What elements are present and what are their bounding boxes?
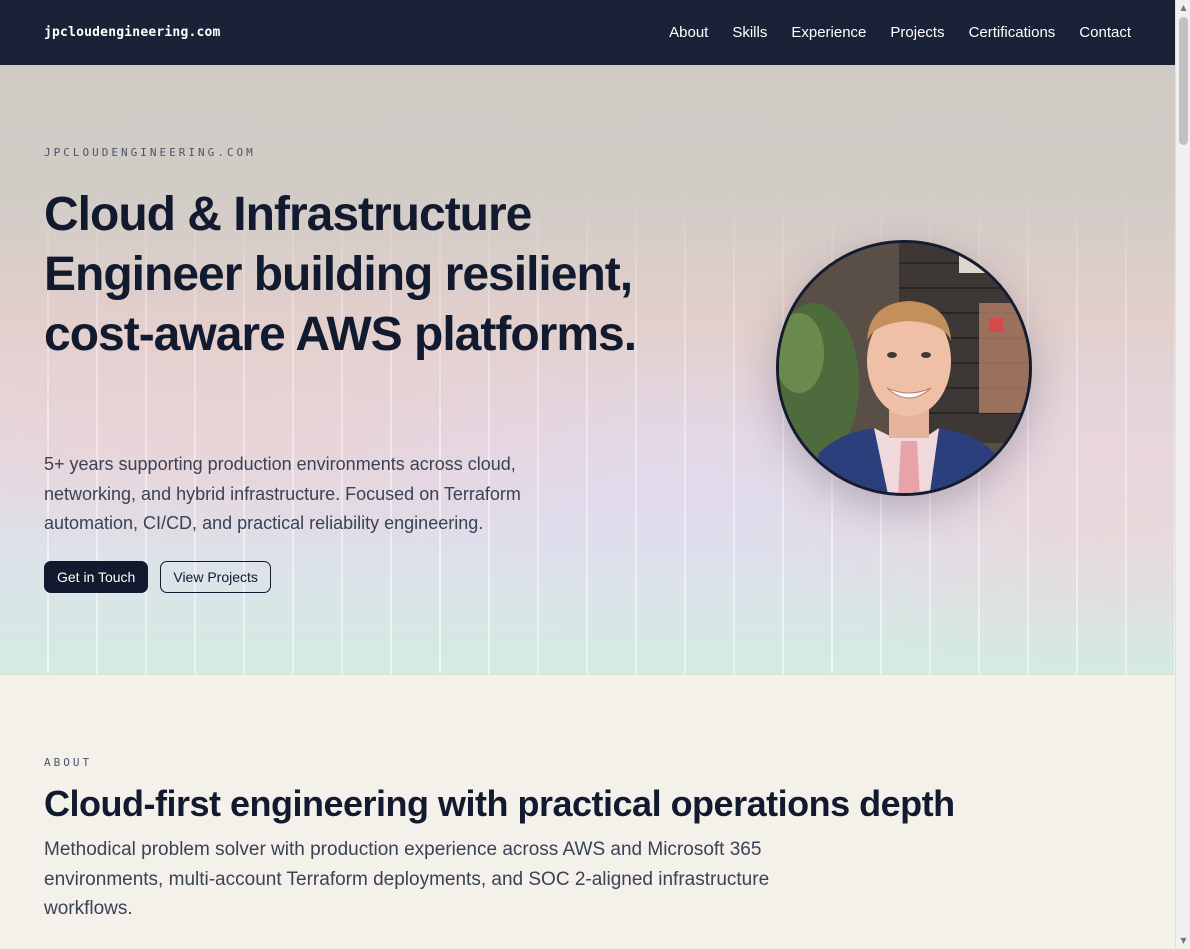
nav-link-experience[interactable]: Experience — [791, 24, 866, 41]
nav-links: About Skills Experience Projects Certifi… — [669, 24, 1131, 41]
scrollbar-thumb[interactable] — [1179, 17, 1188, 145]
hero-buttons: Get in Touch View Projects — [44, 561, 271, 593]
nav-link-projects[interactable]: Projects — [890, 24, 944, 41]
view-projects-button[interactable]: View Projects — [160, 561, 271, 593]
site-brand-link[interactable]: jpcloudengineering.com — [44, 25, 221, 40]
page-scrollbar[interactable]: ▲ ▼ — [1175, 0, 1190, 949]
hero-description: 5+ years supporting production environme… — [44, 454, 521, 533]
hero-section: JPCLOUDENGINEERING.COM Cloud & Infrastru… — [0, 65, 1175, 674]
nav-link-certifications[interactable]: Certifications — [969, 24, 1056, 41]
profile-photo — [776, 240, 1032, 496]
nav-link-contact[interactable]: Contact — [1079, 24, 1131, 41]
get-in-touch-button[interactable]: Get in Touch — [44, 561, 149, 593]
hero-eyebrow: JPCLOUDENGINEERING.COM — [44, 146, 256, 159]
about-title: Cloud-first engineering with practical o… — [44, 783, 955, 824]
hero-title: Cloud & Infrastructure Engineer building… — [44, 188, 637, 361]
nav-link-skills[interactable]: Skills — [732, 24, 767, 41]
about-eyebrow: ABOUT — [44, 756, 93, 769]
nav-link-about[interactable]: About — [669, 24, 708, 41]
scroll-up-arrow-icon[interactable]: ▲ — [1179, 3, 1188, 13]
scroll-down-arrow-icon[interactable]: ▼ — [1179, 936, 1188, 946]
profile-photo-illustration — [779, 243, 1029, 493]
about-section: ABOUT Cloud-first engineering with pract… — [0, 674, 1175, 949]
top-navbar: jpcloudengineering.com About Skills Expe… — [0, 0, 1175, 65]
about-description: Methodical problem solver with productio… — [44, 839, 770, 919]
